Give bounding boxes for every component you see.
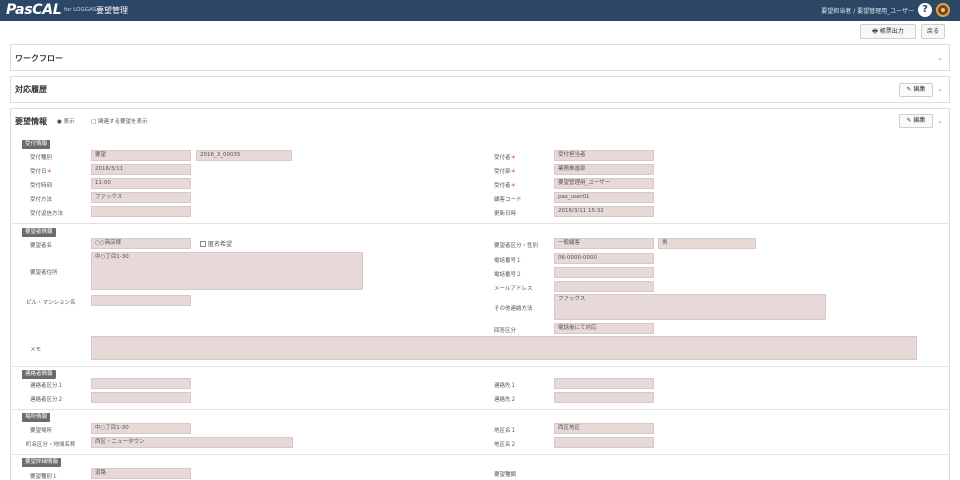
district2-field[interactable]	[554, 437, 654, 448]
contact-type1-field[interactable]	[91, 378, 191, 389]
requester-type-field[interactable]: 一般顧客	[554, 238, 654, 249]
history-title[interactable]: 対応履歴	[15, 84, 47, 95]
help-icon[interactable]: ?	[918, 3, 932, 17]
requester-address-field[interactable]: 中○丁目1-30	[91, 252, 363, 290]
field-label: メールアドレス	[494, 286, 533, 292]
field-label: 要望種類	[494, 472, 517, 478]
chevron-down-icon[interactable]: ⌄	[937, 117, 943, 125]
receiver-field[interactable]: 受付担当者	[554, 150, 654, 161]
section-divider	[12, 454, 950, 455]
section-badge-reception: 受付情報	[22, 140, 51, 149]
field-label: ピル・マンション名	[26, 300, 76, 306]
field-label: 受付部＊	[494, 169, 517, 175]
anonymous-checkbox[interactable]: 匿名希望	[200, 239, 232, 248]
chevron-down-icon[interactable]: ⌄	[937, 54, 943, 62]
app-name: 要望管理	[96, 6, 128, 15]
history-edit-button[interactable]: ✎ 編集	[899, 83, 933, 97]
requester-name-field[interactable]: ○○商店様	[91, 238, 191, 249]
field-label: 連絡者区分１	[30, 383, 64, 389]
memo-field[interactable]	[91, 336, 917, 360]
app-header: PasCAL for LOGGAS 要望管理 要望担当者 / 要望管理用_ユーザ…	[0, 0, 960, 21]
field-label: 連絡先２	[494, 397, 517, 403]
settings-icon[interactable]	[936, 3, 950, 17]
related-option[interactable]: □ 関連する要望を表示	[91, 117, 147, 125]
chevron-down-icon[interactable]: ⌄	[937, 85, 943, 93]
section-badge-detail: 要望詳細情報	[22, 458, 62, 467]
section-badge-requester: 要望者情報	[22, 228, 56, 237]
updated-at-field[interactable]: 2016/3/11 15:32	[554, 206, 654, 217]
reception-type-field[interactable]: 要望	[91, 150, 191, 161]
field-label: 要望者住所	[30, 270, 58, 276]
field-label: 要望場所	[30, 428, 53, 434]
field-label: 地区名２	[494, 442, 517, 448]
printer-icon: 🖶	[872, 28, 880, 35]
request-title[interactable]: 要望情報	[15, 116, 47, 127]
app-logo[interactable]: PasCAL	[6, 2, 62, 18]
field-label: 受付種別	[30, 155, 53, 161]
field-label: 地区名１	[494, 428, 517, 434]
field-label: 受付時刻	[30, 183, 53, 189]
field-label: 更新日時	[494, 211, 517, 217]
district1-field[interactable]: 西区地区	[554, 423, 654, 434]
field-label: 要望者名	[30, 243, 53, 249]
reception-method-field[interactable]: ファックス	[91, 192, 191, 203]
field-label: 連絡先１	[494, 383, 517, 389]
workflow-title[interactable]: ワークフロー	[15, 53, 63, 64]
user-info[interactable]: 要望担当者 / 要望管理用_ユーザー	[821, 6, 914, 15]
field-label: 町名区分・地域名称	[26, 442, 76, 448]
field-label: 要望種別１	[30, 474, 58, 480]
section-divider	[12, 366, 950, 367]
field-label: 受付日＊	[30, 169, 53, 175]
back-button[interactable]: 戻る	[921, 24, 945, 39]
field-label: メモ	[30, 347, 42, 353]
workflow-panel: ワークフロー ⌄	[10, 44, 950, 71]
section-badge-contact: 連絡者情報	[22, 370, 56, 379]
field-label: 連絡者区分２	[30, 397, 64, 403]
customer-code-field[interactable]: pas_user01	[554, 192, 654, 203]
requester-gender-field[interactable]: 男	[658, 238, 756, 249]
reply-type-field[interactable]: 電話後にて対応	[554, 323, 654, 334]
area-name-field[interactable]: 西区・ニュータウン	[91, 437, 293, 448]
field-label: 電話番号１	[494, 258, 522, 264]
contact2-field[interactable]	[554, 392, 654, 403]
checkbox-icon[interactable]	[200, 241, 206, 247]
field-label: 受付返信方法	[30, 211, 64, 217]
history-panel: 対応履歴 ✎ 編集 ⌄	[10, 76, 950, 103]
contact-type2-field[interactable]	[91, 392, 191, 403]
section-badge-location: 場所情報	[22, 413, 51, 422]
field-label: 回答区分	[494, 328, 517, 334]
field-label: その他連絡方法	[494, 306, 533, 312]
section-divider	[12, 409, 950, 410]
field-label: 電話番号２	[494, 272, 522, 278]
request-type1-field[interactable]: 道路	[91, 468, 191, 479]
location-field[interactable]: 中○丁目1-30	[91, 423, 191, 434]
field-label: 受付方法	[30, 197, 53, 203]
field-label: 受付者＊	[494, 155, 517, 161]
section-divider	[12, 223, 950, 224]
field-label: 顧客コード	[494, 197, 522, 203]
display-option[interactable]: ● 表示	[57, 117, 75, 125]
reception-time-field[interactable]: 11:00	[91, 178, 191, 189]
request-edit-button[interactable]: ✎ 編集	[899, 114, 933, 128]
building-name-field[interactable]	[91, 295, 191, 306]
department-field[interactable]: 業務推進部	[554, 164, 654, 175]
print-button-label: 帳票出力	[879, 28, 904, 35]
other-contact-field[interactable]: ファックス	[554, 294, 826, 320]
field-label: 受付者＊	[494, 183, 517, 189]
reception-date-field[interactable]: 2016/3/11	[91, 164, 191, 175]
contact1-field[interactable]	[554, 378, 654, 389]
reception-reply-field[interactable]	[91, 206, 191, 217]
phone1-field[interactable]: 06-0000-0000	[554, 253, 654, 264]
receiver-user-field[interactable]: 要望管理用_ユーザー	[554, 178, 654, 189]
email-field[interactable]	[554, 281, 654, 292]
print-button[interactable]: 🖶 帳票出力	[860, 24, 916, 39]
app-logo-sub: for LOGGAS	[64, 7, 97, 13]
reception-number-field[interactable]: 2016_3_00035	[196, 150, 292, 161]
phone2-field[interactable]	[554, 267, 654, 278]
field-label: 要望者区分・性別	[494, 243, 539, 249]
